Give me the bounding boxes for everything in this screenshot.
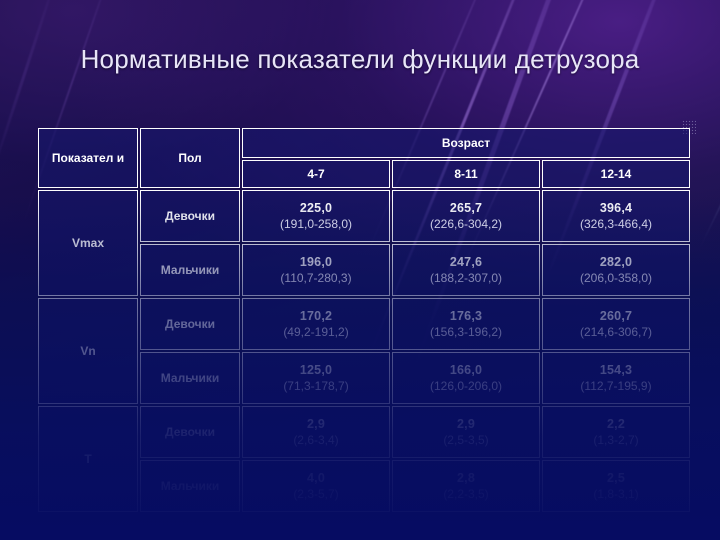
value-range: (2,3-5,7) <box>293 486 339 501</box>
sex-cell: Девочки <box>140 406 240 458</box>
value-cell: 2,9 (2,5-3,5) <box>392 406 540 458</box>
value-mean: 154,3 <box>599 362 633 377</box>
value-mean: 396,4 <box>599 200 633 215</box>
table-row: T Девочки 2,9 (2,6-3,4) 2,9 (2,5-3,5) 2,… <box>38 406 691 512</box>
value-cell: 396,4 (326,3-466,4) <box>542 190 691 242</box>
value-cell: 2,8 (2,2-3,5) <box>392 460 540 512</box>
streak-decoration <box>698 0 720 250</box>
value-mean: 2,9 <box>457 416 475 431</box>
value-mean: 225,0 <box>299 200 333 215</box>
value-range: (156,3-196,2) <box>429 324 503 339</box>
value-mean: 125,0 <box>299 362 333 377</box>
value-mean: 2,9 <box>307 416 325 431</box>
header-indicator: Показател и <box>38 128 138 188</box>
value-range: (1,3-2,7) <box>593 432 639 447</box>
value-range: (49,2-191,2) <box>283 324 349 339</box>
value-range: (2,6-3,4) <box>293 432 339 447</box>
value-cell: 4,0 (2,3-5,7) <box>242 460 390 512</box>
header-age-4-7: 4-7 <box>242 160 390 188</box>
indicator-cell: Vmax <box>38 190 138 296</box>
value-cell: 282,0 (206,0-358,0) <box>542 244 691 296</box>
value-range: (110,7-280,3) <box>280 270 352 285</box>
value-range: (71,3-178,7) <box>283 378 349 393</box>
value-range: (1,8-3,1) <box>593 486 639 501</box>
value-cell: 170,2 (49,2-191,2) <box>242 298 390 350</box>
value-mean: 2,2 <box>607 416 625 431</box>
value-range: (188,2-307,0) <box>429 270 503 285</box>
value-cell: 176,3 (156,3-196,2) <box>392 298 540 350</box>
value-mean: 166,0 <box>449 362 483 377</box>
table-row: Vn Девочки 170,2 (49,2-191,2) 176,3 (156… <box>38 298 691 404</box>
value-cell: 260,7 (214,6-306,7) <box>542 298 691 350</box>
detrusor-norms-table: Показател и Пол Возраст 4-7 8-11 12-14 V… <box>36 126 692 514</box>
indicator-cell: T <box>38 406 138 512</box>
value-cell: 247,6 (188,2-307,0) <box>392 244 540 296</box>
streak-decoration <box>715 59 720 300</box>
value-mean: 2,5 <box>607 470 625 485</box>
sex-cell: Мальчики <box>140 244 240 296</box>
value-cell: 196,0 (110,7-280,3) <box>242 244 390 296</box>
value-mean: 170,2 <box>299 308 333 323</box>
value-range: (112,7-195,9) <box>580 378 652 393</box>
value-cell: 265,7 (226,6-304,2) <box>392 190 540 242</box>
table-row: Vmax Девочки 225,0 (191,0-258,0) 265,7 (… <box>38 190 691 296</box>
presentation-slide: Нормативные показатели функции детрузора… <box>0 0 720 540</box>
header-age-8-11: 8-11 <box>392 160 540 188</box>
header-age-12-14: 12-14 <box>542 160 691 188</box>
value-cell: 154,3 (112,7-195,9) <box>542 352 691 404</box>
value-cell: 225,0 (191,0-258,0) <box>242 190 390 242</box>
value-mean: 247,6 <box>449 254 483 269</box>
value-range: (214,6-306,7) <box>579 324 653 339</box>
header-sex: Пол <box>140 128 240 188</box>
sex-cell: Мальчики <box>140 460 240 512</box>
indicator-cell: Vn <box>38 298 138 404</box>
value-mean: 196,0 <box>299 254 333 269</box>
sex-cell: Девочки <box>140 298 240 350</box>
value-range: (191,0-258,0) <box>279 216 353 231</box>
value-range: (326,3-466,4) <box>579 216 653 231</box>
sex-cell: Мальчики <box>140 352 240 404</box>
norms-table-container: Показател и Пол Возраст 4-7 8-11 12-14 V… <box>36 126 691 514</box>
value-mean: 265,7 <box>449 200 483 215</box>
slide-title: Нормативные показатели функции детрузора <box>80 44 640 74</box>
value-range: (206,0-358,0) <box>579 270 653 285</box>
value-cell: 125,0 (71,3-178,7) <box>242 352 390 404</box>
value-cell: 166,0 (126,0-206,0) <box>392 352 540 404</box>
value-mean: 282,0 <box>599 254 633 269</box>
value-range: (126,0-206,0) <box>429 378 503 393</box>
sex-cell: Девочки <box>140 190 240 242</box>
value-cell: 2,5 (1,8-3,1) <box>542 460 691 512</box>
table-header-row-top: Показател и Пол Возраст <box>38 128 691 188</box>
value-cell: 2,9 (2,6-3,4) <box>242 406 390 458</box>
value-mean: 176,3 <box>449 308 483 323</box>
value-cell: 2,2 (1,3-2,7) <box>542 406 691 458</box>
value-mean: 2,8 <box>457 470 475 485</box>
value-range: (2,5-3,5) <box>443 432 489 447</box>
value-range: (226,6-304,2) <box>429 216 503 231</box>
value-range: (2,2-3,5) <box>443 486 489 501</box>
value-mean: 260,7 <box>599 308 633 323</box>
value-mean: 4,0 <box>307 470 325 485</box>
header-age-group: Возраст <box>242 128 691 158</box>
